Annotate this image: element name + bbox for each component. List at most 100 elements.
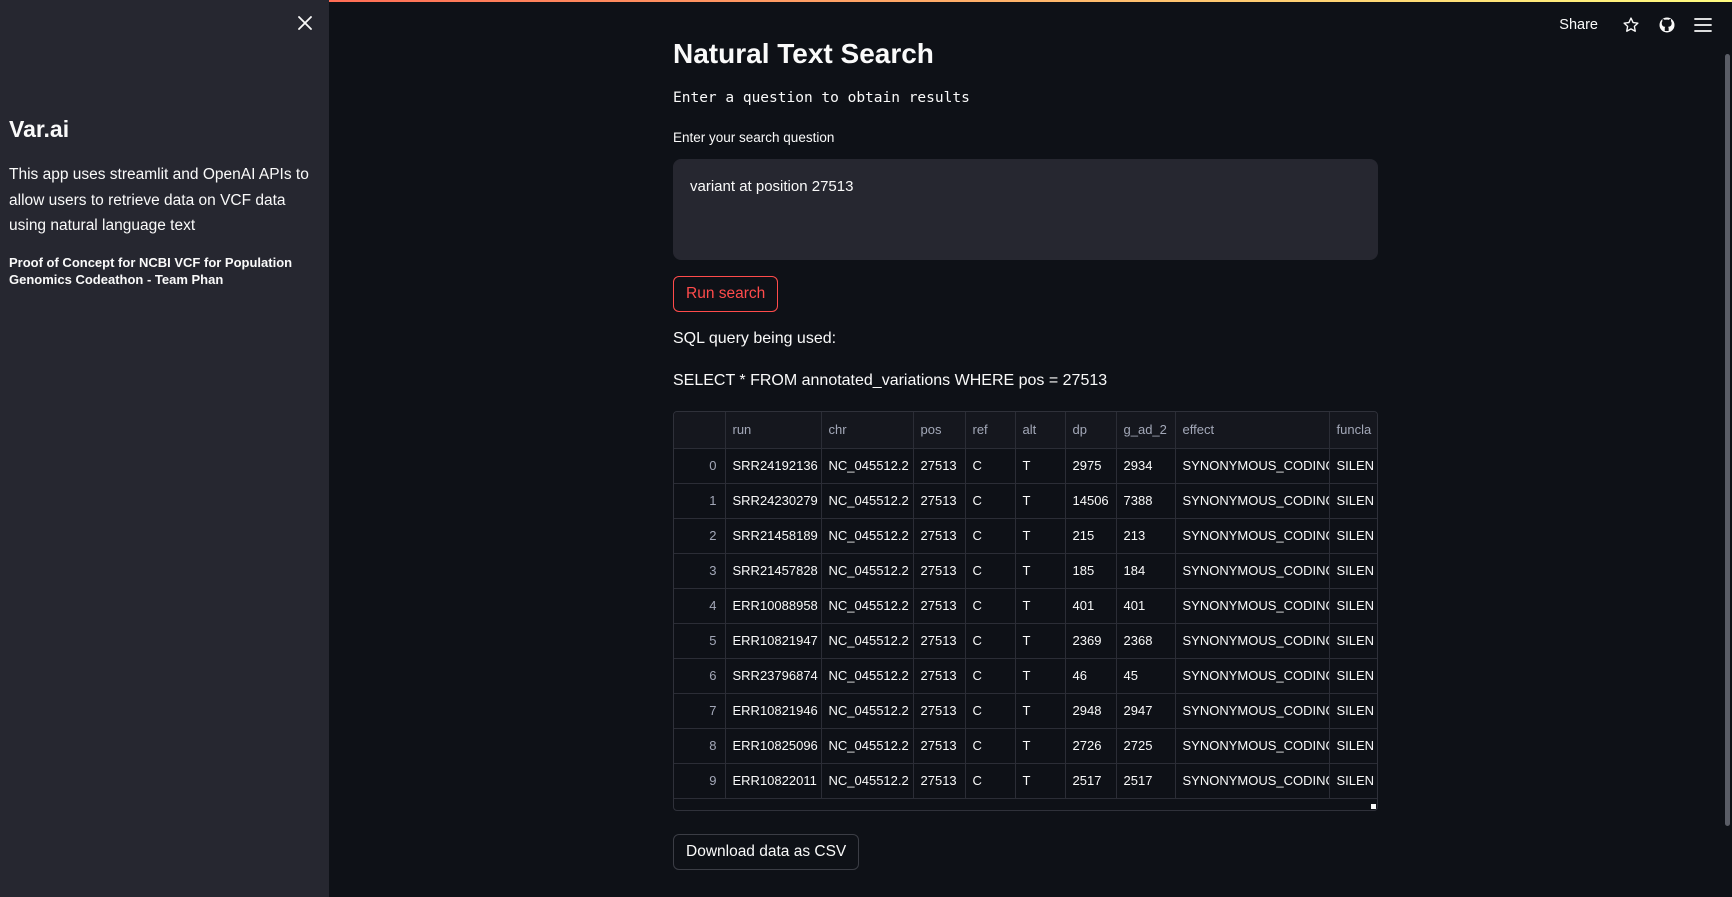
row-index-cell[interactable]: 5 <box>674 623 726 659</box>
row-index-cell[interactable]: 2 <box>674 518 726 554</box>
table-cell-ref[interactable]: C <box>965 693 1016 729</box>
table-cell-chr[interactable]: NC_045512.2 <box>821 763 914 799</box>
table-cell-funcla[interactable]: SILEN <box>1329 588 1377 624</box>
table-cell-chr[interactable]: NC_045512.2 <box>821 483 914 519</box>
row-index-cell[interactable]: 0 <box>674 448 726 484</box>
row-index-cell[interactable]: 8 <box>674 728 726 764</box>
table-cell-dp[interactable]: 2517 <box>1065 763 1117 799</box>
table-cell-dp[interactable]: 2726 <box>1065 728 1117 764</box>
table-cell-effect[interactable]: SYNONYMOUS_CODING <box>1175 588 1330 624</box>
table-cell-dp[interactable]: 2369 <box>1065 623 1117 659</box>
table-cell-ref[interactable]: C <box>965 448 1016 484</box>
table-cell-funcla[interactable]: SILEN <box>1329 693 1377 729</box>
table-cell-effect[interactable]: SYNONYMOUS_CODING <box>1175 518 1330 554</box>
table-cell-pos[interactable]: 27513 <box>913 763 966 799</box>
table-cell-pos[interactable]: 27513 <box>913 553 966 589</box>
table-cell-chr[interactable]: NC_045512.2 <box>821 623 914 659</box>
table-cell-dp[interactable]: 2975 <box>1065 448 1117 484</box>
table-cell-alt[interactable]: T <box>1015 623 1066 659</box>
table-cell-funcla[interactable]: SILEN <box>1329 623 1377 659</box>
table-cell-alt[interactable]: T <box>1015 658 1066 694</box>
close-sidebar-button[interactable] <box>294 14 316 36</box>
table-cell-dp[interactable]: 401 <box>1065 588 1117 624</box>
table-cell-dp[interactable]: 46 <box>1065 658 1117 694</box>
table-cell-g-ad-2[interactable]: 45 <box>1116 658 1176 694</box>
run-search-button[interactable]: Run search <box>673 276 779 312</box>
table-resize-handle[interactable] <box>1371 804 1376 809</box>
row-index-cell[interactable]: 1 <box>674 483 726 519</box>
row-index-cell[interactable]: 6 <box>674 658 726 694</box>
table-cell-pos[interactable]: 27513 <box>913 658 966 694</box>
table-cell-pos[interactable]: 27513 <box>913 518 966 554</box>
table-cell-run[interactable]: SRR23796874 <box>725 658 822 694</box>
column-header-funcla[interactable]: funcla <box>1329 412 1377 449</box>
table-cell-g-ad-2[interactable]: 2517 <box>1116 763 1176 799</box>
table-horizontal-scroll[interactable] <box>674 802 1377 810</box>
column-header-g-ad-2[interactable]: g_ad_2 <box>1116 412 1176 449</box>
table-cell-effect[interactable]: SYNONYMOUS_CODING <box>1175 658 1330 694</box>
table-cell-alt[interactable]: T <box>1015 728 1066 764</box>
table-cell-run[interactable]: ERR10821947 <box>725 623 822 659</box>
table-cell-pos[interactable]: 27513 <box>913 448 966 484</box>
table-cell-run[interactable]: ERR10825096 <box>725 728 822 764</box>
column-header-effect[interactable]: effect <box>1175 412 1330 449</box>
column-header-pos[interactable]: pos <box>913 412 966 449</box>
table-cell-chr[interactable]: NC_045512.2 <box>821 518 914 554</box>
table-cell-ref[interactable]: C <box>965 658 1016 694</box>
table-cell-ref[interactable]: C <box>965 553 1016 589</box>
table-cell-chr[interactable]: NC_045512.2 <box>821 658 914 694</box>
table-cell-ref[interactable]: C <box>965 588 1016 624</box>
table-cell-run[interactable]: SRR21457828 <box>725 553 822 589</box>
table-cell-run[interactable]: SRR21458189 <box>725 518 822 554</box>
row-index-cell[interactable]: 3 <box>674 553 726 589</box>
table-cell-ref[interactable]: C <box>965 518 1016 554</box>
table-cell-alt[interactable]: T <box>1015 693 1066 729</box>
table-cell-dp[interactable]: 215 <box>1065 518 1117 554</box>
table-cell-g-ad-2[interactable]: 2368 <box>1116 623 1176 659</box>
table-cell-ref[interactable]: C <box>965 623 1016 659</box>
table-cell-alt[interactable]: T <box>1015 483 1066 519</box>
table-cell-alt[interactable]: T <box>1015 763 1066 799</box>
table-cell-funcla[interactable]: SILEN <box>1329 763 1377 799</box>
table-cell-effect[interactable]: SYNONYMOUS_CODING <box>1175 553 1330 589</box>
table-cell-funcla[interactable]: SILEN <box>1329 483 1377 519</box>
table-cell-effect[interactable]: SYNONYMOUS_CODING <box>1175 763 1330 799</box>
table-cell-ref[interactable]: C <box>965 483 1016 519</box>
table-cell-run[interactable]: ERR10088958 <box>725 588 822 624</box>
table-cell-dp[interactable]: 185 <box>1065 553 1117 589</box>
table-cell-run[interactable]: SRR24192136 <box>725 448 822 484</box>
column-header-ref[interactable]: ref <box>965 412 1016 449</box>
table-cell-effect[interactable]: SYNONYMOUS_CODING <box>1175 483 1330 519</box>
table-cell-funcla[interactable]: SILEN <box>1329 518 1377 554</box>
menu-icon[interactable] <box>1692 14 1714 36</box>
column-header-chr[interactable]: chr <box>821 412 914 449</box>
table-cell-g-ad-2[interactable]: 184 <box>1116 553 1176 589</box>
table-cell-chr[interactable]: NC_045512.2 <box>821 553 914 589</box>
star-icon[interactable] <box>1620 14 1642 36</box>
table-cell-alt[interactable]: T <box>1015 448 1066 484</box>
results-table[interactable]: run chr pos ref alt dp g_ad_2 effect funcla 0 SRR… <box>673 411 1378 811</box>
table-cell-effect[interactable]: SYNONYMOUS_CODING <box>1175 623 1330 659</box>
share-button[interactable]: Share <box>1559 17 1598 33</box>
github-icon[interactable] <box>1656 14 1678 36</box>
table-cell-g-ad-2[interactable]: 7388 <box>1116 483 1176 519</box>
row-index-cell[interactable]: 4 <box>674 588 726 624</box>
table-cell-pos[interactable]: 27513 <box>913 693 966 729</box>
table-cell-chr[interactable]: NC_045512.2 <box>821 693 914 729</box>
table-cell-chr[interactable]: NC_045512.2 <box>821 588 914 624</box>
table-cell-funcla[interactable]: SILEN <box>1329 553 1377 589</box>
table-cell-g-ad-2[interactable]: 2947 <box>1116 693 1176 729</box>
table-cell-pos[interactable]: 27513 <box>913 483 966 519</box>
search-question-input[interactable] <box>673 159 1378 260</box>
download-csv-button[interactable]: Download data as CSV <box>673 834 860 870</box>
table-cell-pos[interactable]: 27513 <box>913 588 966 624</box>
table-cell-dp[interactable]: 2948 <box>1065 693 1117 729</box>
table-cell-chr[interactable]: NC_045512.2 <box>821 728 914 764</box>
table-cell-pos[interactable]: 27513 <box>913 623 966 659</box>
table-cell-dp[interactable]: 14506 <box>1065 483 1117 519</box>
table-cell-effect[interactable]: SYNONYMOUS_CODING <box>1175 448 1330 484</box>
table-cell-alt[interactable]: T <box>1015 588 1066 624</box>
table-cell-effect[interactable]: SYNONYMOUS_CODING <box>1175 693 1330 729</box>
page-scrollbar[interactable] <box>1725 54 1730 826</box>
table-cell-run[interactable]: ERR10822011 <box>725 763 822 799</box>
